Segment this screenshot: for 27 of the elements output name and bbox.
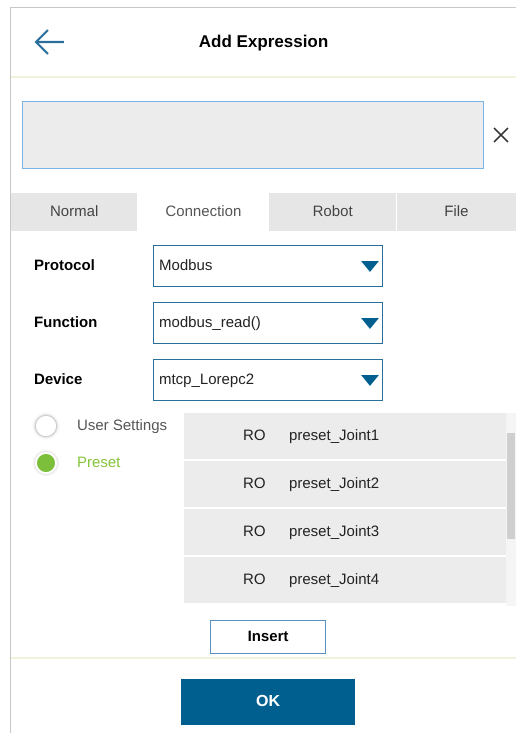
scrollbar[interactable]: [506, 413, 516, 606]
close-button[interactable]: [491, 125, 511, 145]
dropdown-caret-icon: [361, 318, 379, 328]
dropdown[interactable]: mtcp_Lorepc2: [153, 359, 383, 401]
field-label: Protocol: [34, 256, 96, 276]
dropdown[interactable]: Modbus: [153, 245, 383, 287]
tab[interactable]: Normal: [11, 193, 138, 231]
dropdown[interactable]: modbus_read(): [153, 302, 383, 344]
dropdown-caret-icon: [361, 374, 379, 386]
tab[interactable]: Robot: [269, 193, 396, 231]
field-label: Function: [34, 312, 98, 333]
preset-row[interactable]: RO preset_Joint1: [184, 413, 506, 459]
field-label: Device: [34, 370, 84, 390]
ok-button[interactable]: OK: [181, 679, 355, 725]
radio-button[interactable]: [35, 415, 57, 438]
preset-row[interactable]: RO preset_Joint4: [184, 557, 506, 603]
dropdown-caret-icon: [361, 260, 379, 272]
preset-row[interactable]: RO preset_Joint3: [184, 509, 506, 555]
dialog-title: Add Expression: [198, 31, 330, 54]
radio-label: Preset: [77, 452, 120, 472]
tab[interactable]: File: [396, 193, 516, 231]
expression-field[interactable]: [22, 101, 484, 169]
back-arrow-icon: [34, 28, 66, 56]
radio-label: User Settings: [77, 416, 168, 436]
insert-button[interactable]: Insert: [210, 620, 326, 654]
close-icon: [493, 127, 509, 143]
preset-row[interactable]: RO preset_Joint2: [184, 461, 506, 507]
